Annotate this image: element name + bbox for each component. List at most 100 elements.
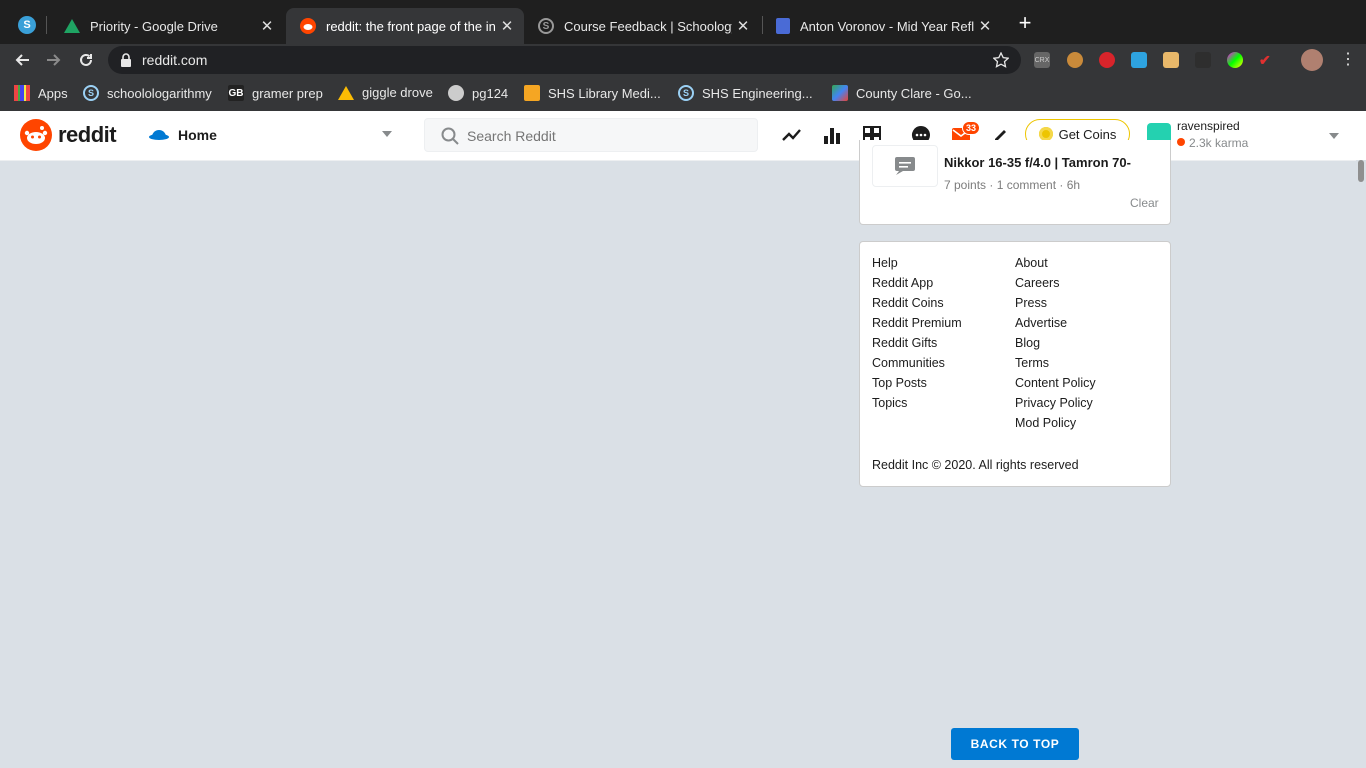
tab-course-feedback[interactable]: S Course Feedback | Schoology ✕ bbox=[524, 8, 760, 44]
close-tab-icon[interactable]: ✕ bbox=[496, 17, 518, 35]
footer-link-reddit-gifts[interactable]: Reddit Gifts bbox=[872, 336, 937, 350]
bookmark-shs-library[interactable]: SHS Library Medi... bbox=[524, 85, 661, 101]
recent-post-title[interactable]: Nikkor 16-35 f/4.0 | Tamron 70- bbox=[944, 155, 1160, 170]
tab-reddit[interactable]: reddit: the front page of the internet ✕ bbox=[286, 8, 524, 44]
tab-title: Priority - Google Drive bbox=[90, 18, 218, 34]
tab-mid-year-reflection[interactable]: Anton Voronov - Mid Year Reflection ✕ bbox=[762, 8, 1002, 44]
reddit-logo[interactable]: reddit bbox=[20, 119, 117, 151]
bookmark-giggle-drove[interactable]: giggle drove bbox=[338, 85, 433, 100]
bookmark-apps[interactable]: Apps bbox=[14, 85, 68, 101]
footer-link-reddit-app[interactable]: Reddit App bbox=[872, 276, 933, 290]
schoology-icon: S bbox=[83, 85, 99, 101]
bookmark-pg124[interactable]: pg124 bbox=[448, 85, 508, 101]
footer-link-blog[interactable]: Blog bbox=[1015, 336, 1040, 350]
bookmark-gramer-prep[interactable]: GB gramer prep bbox=[228, 85, 323, 101]
footer-link-top-posts[interactable]: Top Posts bbox=[872, 376, 927, 390]
popular-trending-icon[interactable] bbox=[781, 124, 803, 146]
bookmark-schoolologarithmy[interactable]: S schoolologarithmy bbox=[83, 85, 212, 101]
bookmark-shs-engineering[interactable]: S SHS Engineering... bbox=[678, 85, 813, 101]
footer-link-about[interactable]: About bbox=[1015, 256, 1048, 270]
drive-icon bbox=[338, 85, 354, 100]
feed-dropdown[interactable]: Home bbox=[148, 119, 398, 151]
search-bar[interactable] bbox=[424, 118, 758, 152]
home-icon bbox=[149, 130, 169, 140]
address-bar[interactable]: reddit.com bbox=[108, 46, 1021, 74]
reddit-favicon-icon bbox=[300, 18, 316, 34]
karma-count: 2.3k karma bbox=[1189, 136, 1249, 150]
browser-tab-strip: S Priority - Google Drive ✕ reddit: the … bbox=[0, 0, 1366, 44]
close-tab-icon[interactable]: ✕ bbox=[256, 17, 278, 35]
tab-title: Anton Voronov - Mid Year Reflection bbox=[800, 18, 974, 34]
footer-link-careers[interactable]: Careers bbox=[1015, 276, 1059, 290]
browser-toolbar: reddit.com CRX 6 ✔ ⋮ bbox=[0, 44, 1366, 116]
footer-link-help[interactable]: Help bbox=[872, 256, 898, 270]
chevron-down-icon bbox=[1329, 133, 1339, 139]
schoology-icon: S bbox=[538, 18, 554, 34]
footer-link-reddit-coins[interactable]: Reddit Coins bbox=[872, 296, 944, 310]
footer-link-topics[interactable]: Topics bbox=[872, 396, 907, 410]
bookmarks-bar: Apps S schoolologarithmy GB gramer prep … bbox=[0, 76, 1366, 112]
reddit-snoo-icon bbox=[20, 119, 52, 151]
username: ravenspired bbox=[1177, 119, 1240, 133]
footer-link-communities[interactable]: Communities bbox=[872, 356, 945, 370]
profile-avatar[interactable] bbox=[1301, 49, 1323, 71]
page-scrollbar-track[interactable] bbox=[1356, 160, 1366, 768]
recent-post-meta: 7 points · 1 comment · 6h bbox=[944, 178, 1081, 192]
footer-links-card: Help Reddit App Reddit Coins Reddit Premium… bbox=[859, 241, 1171, 487]
owl-extension-icon[interactable] bbox=[1067, 52, 1083, 68]
chevron-down-icon bbox=[382, 131, 392, 137]
maps-icon bbox=[832, 85, 848, 101]
tab-priority-drive[interactable]: Priority - Google Drive ✕ bbox=[50, 8, 284, 44]
footer-link-mod-policy[interactable]: Mod Policy bbox=[1015, 416, 1076, 430]
apps-grid-icon bbox=[14, 85, 30, 101]
close-tab-icon[interactable]: ✕ bbox=[974, 17, 996, 35]
reddit-wordmark: reddit bbox=[58, 122, 117, 147]
lock-icon bbox=[121, 53, 131, 67]
new-tab-button[interactable]: + bbox=[1014, 10, 1036, 36]
checkmark-extension-icon[interactable] bbox=[1131, 52, 1147, 68]
footer-link-reddit-premium[interactable]: Reddit Premium bbox=[872, 316, 962, 330]
karma-icon bbox=[1177, 138, 1185, 146]
recent-post-thumbnail[interactable] bbox=[872, 145, 938, 187]
back-arrow-icon[interactable] bbox=[10, 48, 34, 72]
google-drive-icon bbox=[64, 19, 80, 33]
clear-recent-button[interactable]: Clear bbox=[1130, 196, 1159, 210]
reload-icon[interactable] bbox=[74, 48, 98, 72]
footer-link-press[interactable]: Press bbox=[1015, 296, 1047, 310]
dark-extension-icon[interactable] bbox=[1195, 52, 1211, 68]
red-extension-icon[interactable]: ✔ bbox=[1259, 52, 1275, 68]
comment-icon bbox=[895, 157, 915, 175]
crx-extension-icon[interactable]: CRX bbox=[1034, 52, 1050, 68]
footer-link-privacy-policy[interactable]: Privacy Policy bbox=[1015, 396, 1093, 410]
bookmark-star-icon[interactable] bbox=[993, 52, 1009, 68]
search-icon bbox=[441, 127, 459, 145]
url-text: reddit.com bbox=[142, 52, 208, 68]
footer-link-terms[interactable]: Terms bbox=[1015, 356, 1049, 370]
tab-title: Course Feedback | Schoology bbox=[564, 18, 732, 34]
globe-icon bbox=[448, 85, 464, 101]
library-icon bbox=[524, 85, 540, 101]
user-menu[interactable]: ravenspired 2.3k karma bbox=[1147, 117, 1345, 153]
footer-link-advertise[interactable]: Advertise bbox=[1015, 316, 1067, 330]
bookmark-county-clare[interactable]: County Clare - Go... bbox=[832, 85, 972, 101]
all-stats-icon[interactable] bbox=[821, 124, 843, 146]
coin-icon bbox=[1038, 127, 1053, 141]
adblock-extension-icon[interactable] bbox=[1099, 52, 1115, 68]
feed-label: Home bbox=[178, 127, 217, 143]
folder-extension-icon[interactable] bbox=[1163, 52, 1179, 68]
close-tab-icon[interactable]: ✕ bbox=[732, 17, 754, 35]
back-to-top-button[interactable]: BACK TO TOP bbox=[951, 728, 1079, 760]
tab-title: reddit: the front page of the internet bbox=[326, 18, 496, 34]
chrome-menu-icon[interactable]: ⋮ bbox=[1340, 49, 1356, 71]
gb-icon: GB bbox=[228, 85, 244, 101]
page-scrollbar-thumb[interactable] bbox=[1358, 160, 1364, 182]
recent-posts-card: Nikkor 16-35 f/4.0 | Tamron 70- 7 points… bbox=[859, 140, 1171, 225]
footer-copyright: Reddit Inc © 2020. All rights reserved bbox=[872, 458, 1079, 472]
color-extension-icon[interactable] bbox=[1227, 52, 1243, 68]
footer-link-content-policy[interactable]: Content Policy bbox=[1015, 376, 1096, 390]
schoology-icon: S bbox=[678, 85, 694, 101]
forward-arrow-icon[interactable] bbox=[42, 48, 66, 72]
schoology-pinned-tab-icon[interactable]: S bbox=[18, 16, 36, 34]
google-docs-icon bbox=[776, 18, 790, 34]
search-input[interactable] bbox=[465, 127, 749, 145]
